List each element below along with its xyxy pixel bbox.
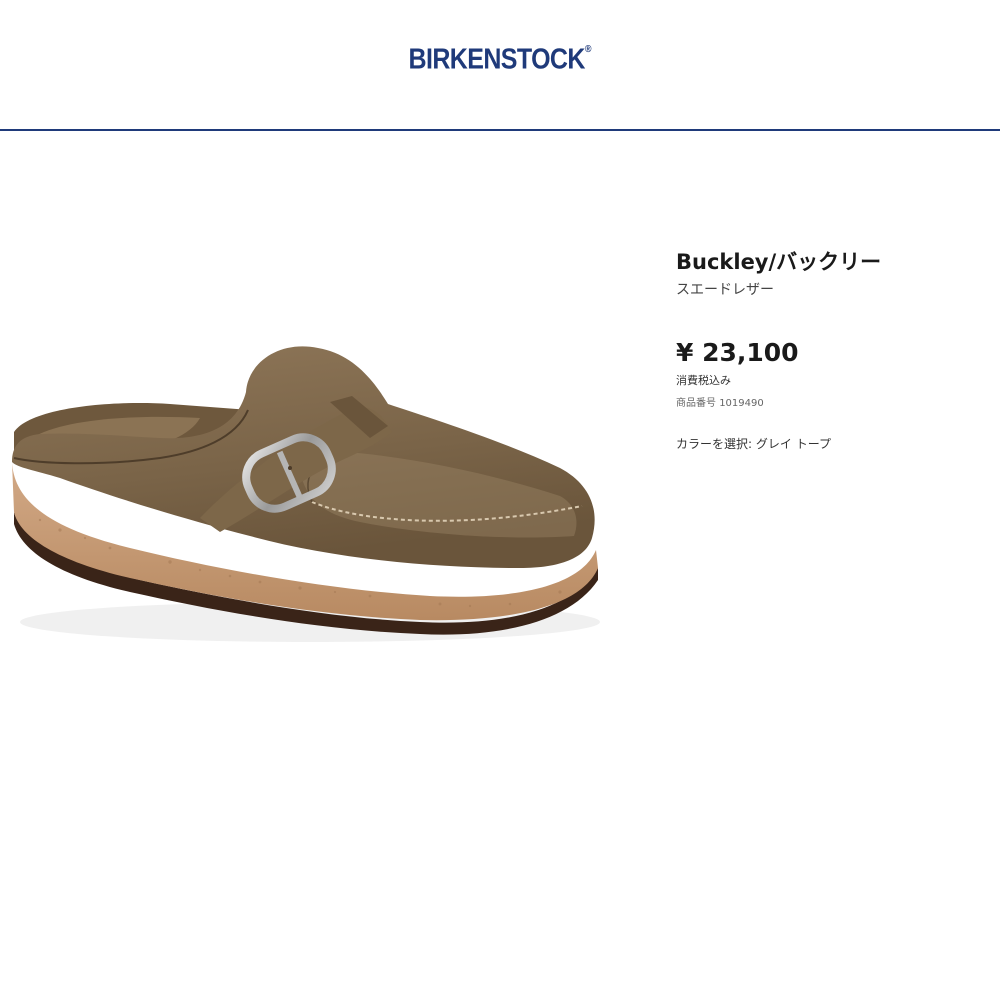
site-header: BIRKENSTOCK®: [0, 0, 1000, 131]
color-selector[interactable]: カラーを選択: グレイ トープ: [676, 436, 986, 452]
product-price: ¥ 23,100: [676, 338, 799, 367]
brand-logo[interactable]: BIRKENSTOCK®: [0, 43, 1000, 76]
sku-value: 1019490: [719, 398, 764, 409]
product-name: Buckley/バックリー: [676, 250, 882, 274]
clog-shoe-image: [12, 346, 600, 642]
tax-note: 消費税込み: [676, 374, 731, 387]
registered-mark: ®: [584, 43, 592, 55]
color-label: カラーを選択:: [676, 437, 753, 451]
color-value: グレイ トープ: [755, 437, 831, 451]
product-info-panel: Buckley/バックリー スエードレザー ¥ 23,100 消費税込み 商品番…: [676, 246, 986, 452]
product-sku: 商品番号 1019490: [676, 397, 986, 411]
brand-name: BIRKENSTOCK: [408, 43, 586, 76]
product-material: スエードレザー: [676, 282, 774, 298]
sku-label: 商品番号: [676, 398, 716, 409]
product-image[interactable]: [0, 300, 610, 660]
